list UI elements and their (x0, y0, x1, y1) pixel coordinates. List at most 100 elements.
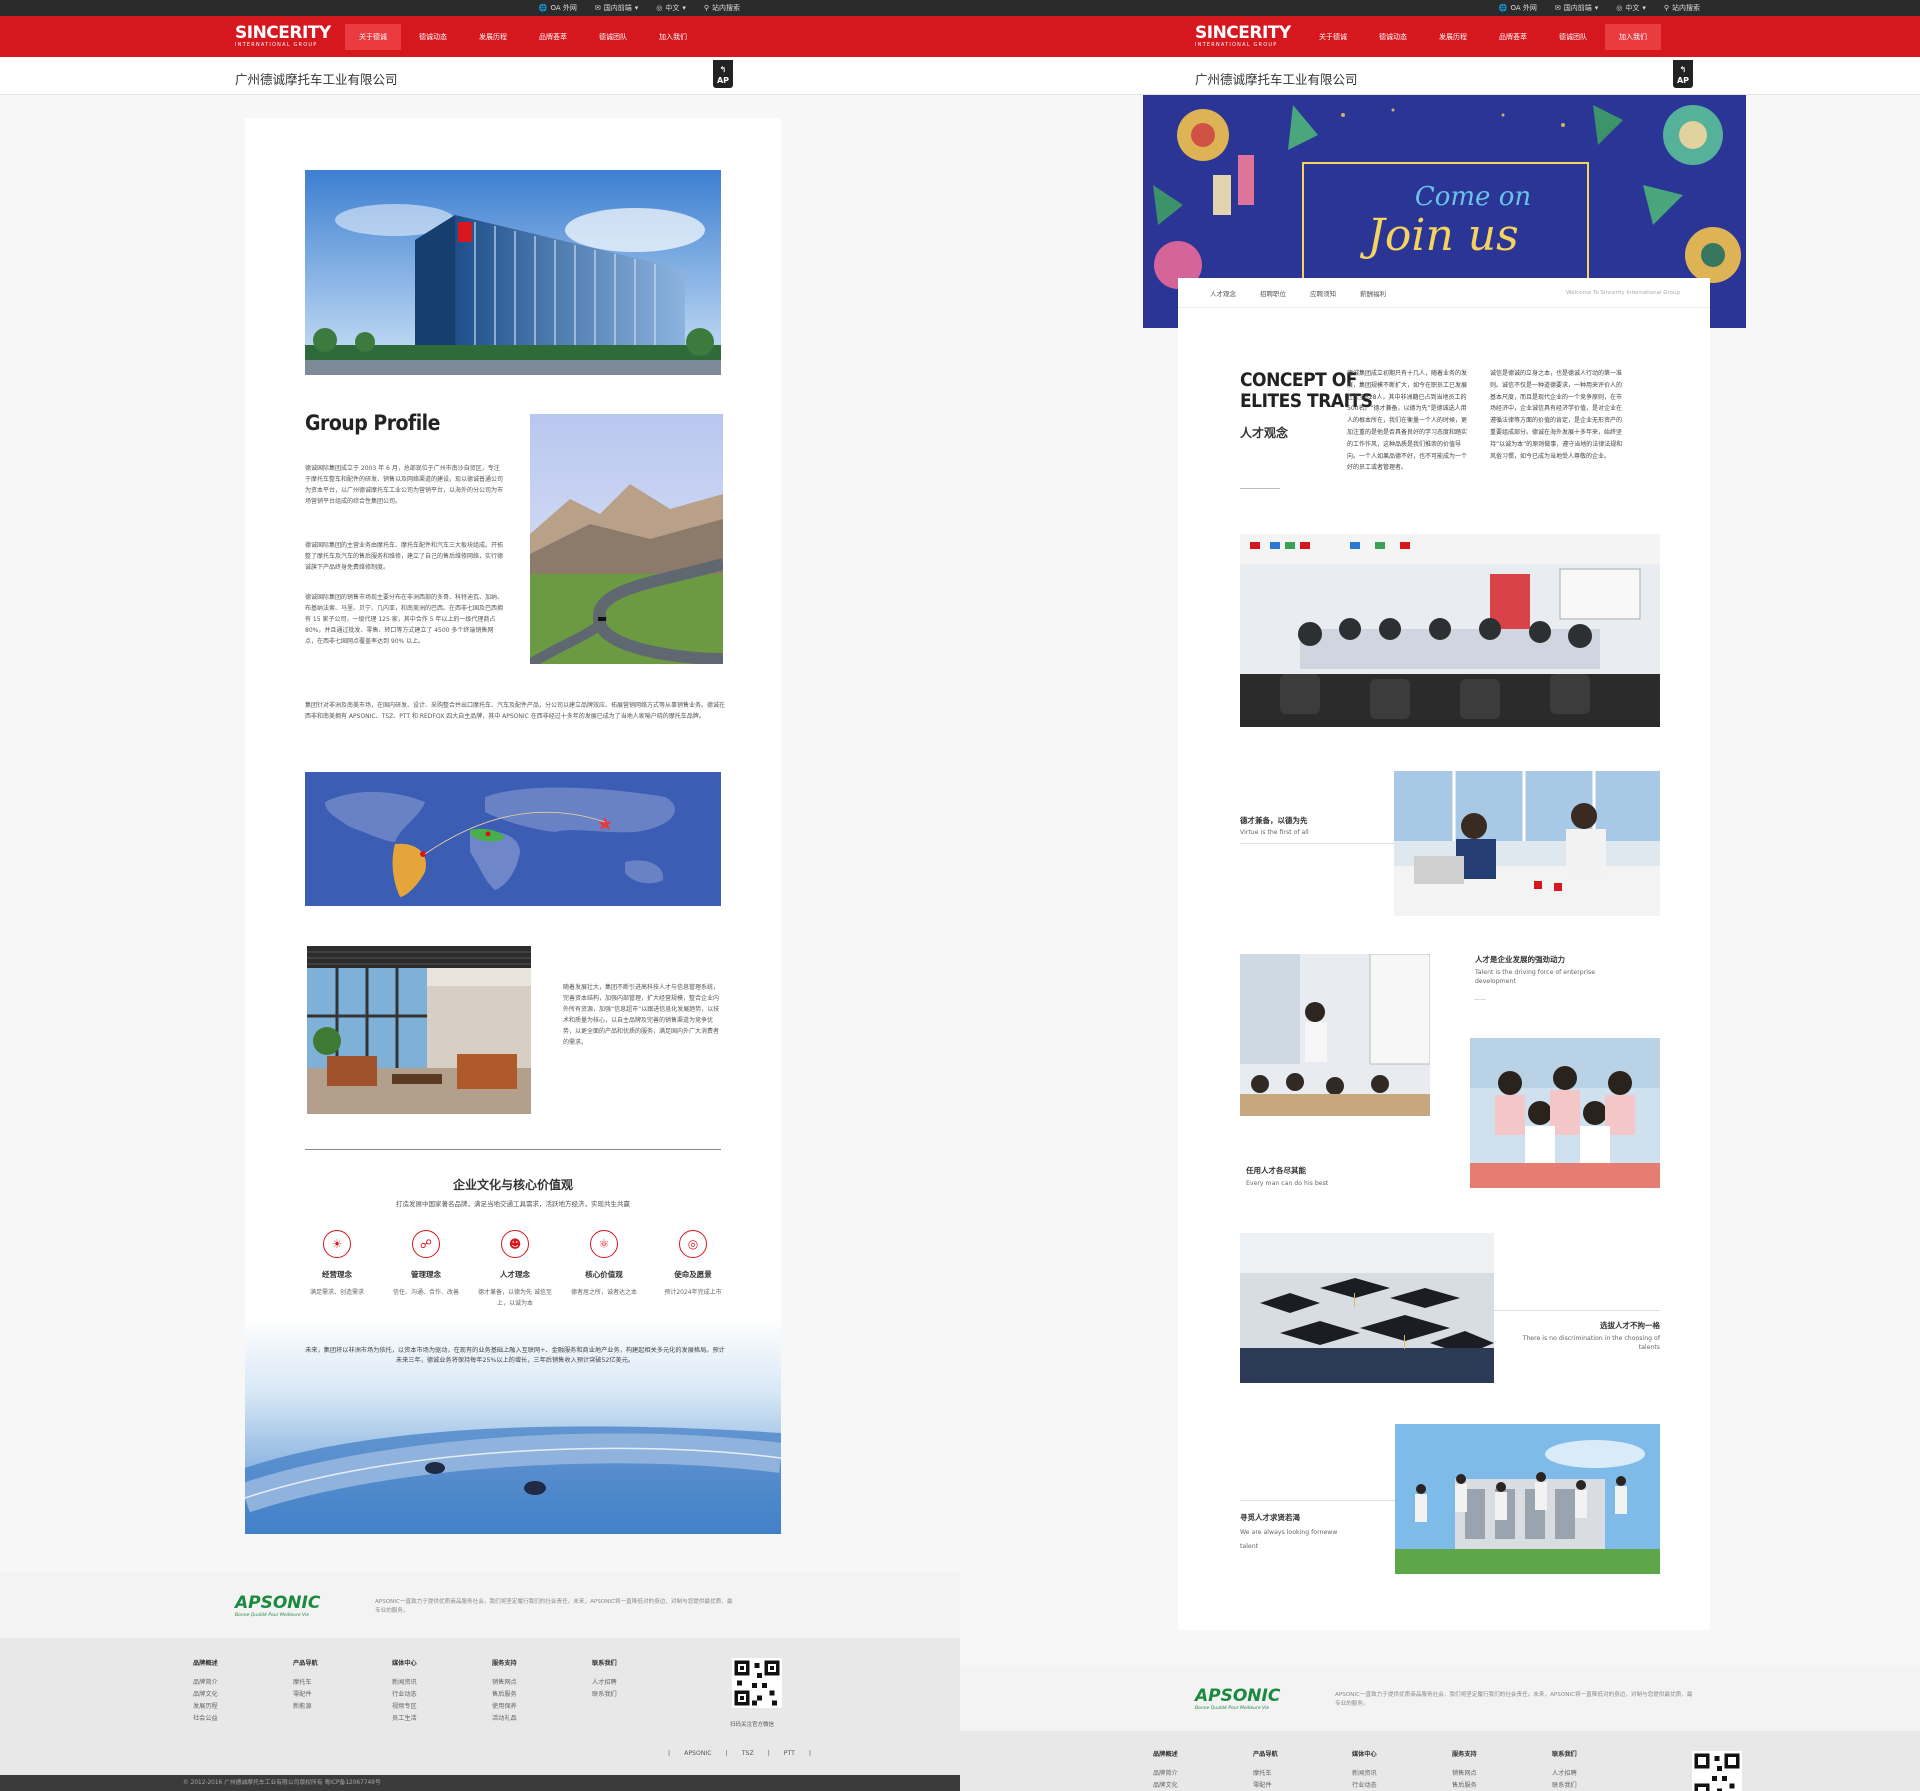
site-search-link[interactable]: ⚲ 站内搜索 (704, 3, 740, 13)
tab-talent-concept[interactable]: 人才观念 (1210, 288, 1236, 298)
team-jump-photo (1395, 1424, 1660, 1574)
oa-link[interactable]: 🌐 OA 外网 (539, 3, 577, 13)
meeting-room-photo (1240, 534, 1660, 727)
tab-application-notes[interactable]: 应聘须知 (1310, 288, 1336, 298)
site-footer: 品牌概述 品牌简介 品牌文化 产品导航 摩托车 零配件 媒体中心 新闻资讯 行业动态 服务支… (960, 1731, 1920, 1791)
tab-benefits[interactable]: 薪酬福利 (1360, 288, 1386, 298)
profile-paragraph-3: 德诚国际集团的销售市场现主要分布在非洲西部的多哥、科特迪瓦、加纳、布基纳法索、马… (305, 594, 504, 645)
value-item: ☀ 经营理念 满足需求、创造需求 (295, 1230, 379, 1309)
profile-paragraph-4: 集团针对非洲及南美市场，在国内研发、设计、采购整合并出口摩托车、汽车及配件产品，… (305, 702, 726, 720)
tab-job-openings[interactable]: 招聘职位 (1260, 288, 1286, 298)
nav-item[interactable]: 品牌荟萃 (525, 24, 581, 50)
nav-item[interactable]: 德诚团队 (585, 24, 641, 50)
profile-paragraph-5: 随着发展壮大，集团不断引进高科技人才与信息管理系统，完善资本结构，加强内部管理，… (563, 984, 720, 1046)
group-profile-heading: Group Profile (305, 411, 440, 435)
office-discussion-photo (1394, 771, 1660, 916)
talent-card: 人才观念 招聘职位 应聘须知 薪酬福利 Welcome To Sincerity… (1178, 278, 1710, 1630)
talent-caption-1: 德才兼备，以德为先 (1240, 816, 1308, 825)
footer-link-apsonic[interactable]: APSONIC (684, 1750, 712, 1757)
footer-brand-links: | APSONIC | TSZ | PTT | (668, 1750, 812, 1757)
join-tabs: 人才观念 招聘职位 应聘须知 薪酬福利 Welcome To Sincerity… (1178, 278, 1710, 308)
footer-col-contact: 联系我们 人才招聘 联系我们 (1552, 1751, 1577, 1789)
concept-rule (1240, 488, 1280, 489)
footer-col-contact: 联系我们 人才招聘 联系我们 (592, 1660, 617, 1698)
banner-join-us: Join us (1359, 210, 1518, 261)
caption-rule (1474, 999, 1486, 1005)
caption-rule (1240, 1500, 1395, 1501)
talent-caption-4: 选拔人才不拘一格 (1600, 1321, 1660, 1330)
profile-card: Group Profile 德诚国际集团成立于 2003 年 6 月，总部现位于… (245, 118, 781, 1534)
footer-col-service: 服务支持 销售网点 售后服务 (1452, 1751, 1477, 1789)
talent-caption-5-en: We are always looking forneww talent (1240, 1529, 1338, 1550)
nav-item[interactable]: 关于德诚 (345, 23, 401, 50)
footer-col-brand: 品牌概述 品牌简介 品牌文化 (1153, 1751, 1178, 1789)
caption-rule (1240, 843, 1394, 844)
company-bar: 广州德诚摩托车工业有限公司 ↰ AP (960, 57, 1920, 95)
nav-item[interactable]: 发展历程 (465, 24, 521, 50)
region-dropdown[interactable]: ✉ 国内前端 ▾ (595, 3, 638, 13)
concept-column-1: 德诚集团成立初期只有十几人，随着业务的发展，集团规模不断扩大，如今在职员工已发展… (1347, 370, 1468, 472)
footer-link-tsz[interactable]: TSZ (742, 1750, 754, 1757)
profile-paragraph-1: 德诚国际集团成立于 2003 年 6 月，总部现位于广州市南沙自贸区，专注于摩托… (305, 465, 504, 505)
language-dropdown[interactable]: ◎ 中文 ▾ (1616, 3, 1646, 13)
sincerity-logo[interactable]: SINCERITY INTERNATIONAL GROUP (1195, 25, 1295, 48)
footer-col-products: 产品导航 摩托车 零配件 新能源 (293, 1660, 318, 1710)
office-lounge-photo (307, 946, 531, 1114)
value-item: ◎ 使命及愿景 预计2024年完成上市 (651, 1230, 735, 1309)
wechat-qr-code (732, 1658, 782, 1708)
nav-item[interactable]: 关于德诚 (1305, 24, 1361, 50)
company-bar: 广州德诚摩托车工业有限公司 ↰ AP (0, 57, 960, 95)
apsonic-tagline: Bonne Qualité Pour Meilleure Vie (235, 1613, 310, 1618)
footer-link-ptt[interactable]: PTT (784, 1750, 795, 1757)
company-title: 广州德诚摩托车工业有限公司 (1195, 72, 1358, 87)
banner-come-on: Come on (1415, 182, 1531, 212)
utility-bar: 🌐 OA 外网 ✉ 国内前端 ▾ ◎ 中文 ▾ ⚲ 站内搜索 (960, 0, 1920, 16)
nav-item[interactable]: 德诚动态 (405, 24, 461, 50)
main-nav: SINCERITY INTERNATIONAL GROUP 关于德诚 德诚动态 发展… (0, 16, 960, 57)
talent-caption-1-en: Virtue is the first of all (1240, 829, 1309, 836)
nav-item[interactable]: 加入我们 (1605, 23, 1661, 50)
main-nav: SINCERITY INTERNATIONAL GROUP 关于德诚 德诚动态 发展… (960, 16, 1920, 57)
culture-title: 企业文化与核心价值观 (452, 1178, 573, 1192)
language-dropdown[interactable]: ◎ 中文 ▾ (656, 3, 686, 13)
culture-divider (305, 1149, 721, 1150)
nav-item[interactable]: 德诚团队 (1545, 24, 1601, 50)
future-text: 未来，集团将以非洲市场为依托，以资本市场为驱动，在现有的业务基础上融入互联网+、… (305, 1347, 725, 1364)
region-dropdown[interactable]: ✉ 国内前端 ▾ (1555, 3, 1598, 13)
brand-text: APSONIC一直致力于提供优质商品服务社会，我们将坚定履行我们的社会责任。未来… (1335, 1692, 1693, 1707)
search-icon: ⚲ (1663, 4, 1669, 12)
site-search-link[interactable]: ⚲ 站内搜索 (1664, 3, 1700, 13)
nav-item[interactable]: 加入我们 (645, 24, 701, 50)
graduation-photo (1240, 1233, 1494, 1383)
talent-caption-3: 任用人才各尽其能 (1246, 1166, 1306, 1175)
caption-rule (1494, 1310, 1660, 1311)
ap-badge[interactable]: ↰ AP (713, 60, 733, 88)
people-icon: ☻ (501, 1230, 529, 1258)
footer-col-service: 服务支持 销售网点 售后服务 使用保养 活动礼品 (492, 1660, 517, 1722)
apsonic-logo[interactable]: APSONIC (235, 1593, 320, 1613)
company-title: 广州德诚摩托车工业有限公司 (235, 72, 398, 87)
profile-paragraph-2: 德诚国际集团的主营业务由摩托车、摩托车配件和汽车三大板块组成。开拓整了摩托车及汽… (305, 542, 504, 571)
footer-col-products: 产品导航 摩托车 零配件 (1253, 1751, 1278, 1789)
talent-caption-4-en: There is no discrimination in the choosi… (1522, 1335, 1660, 1351)
brand-row: APSONIC Bonne Qualité Pour Meilleure Vie… (960, 1665, 1920, 1731)
bulb-icon: ☀ (323, 1230, 351, 1258)
site-footer: 品牌概述 品牌简介 品牌文化 发展历程 社会公益 产品导航 摩托车 零配件 新能源 媒体中心新… (0, 1638, 960, 1775)
search-icon: ⚲ (703, 4, 709, 12)
concept-column-2: 诚信是德诚的立身之本，也是德诚人行动的第一准则。诚信不仅是一种道德要求，一种用来… (1490, 370, 1623, 460)
sincerity-logo[interactable]: SINCERITY INTERNATIONAL GROUP (235, 25, 335, 48)
footer-col-brand: 品牌概述 品牌简介 品牌文化 发展历程 社会公益 (193, 1660, 218, 1722)
apsonic-logo[interactable]: APSONIC (1195, 1686, 1280, 1706)
concept-cn-heading: 人才观念 (1240, 426, 1289, 440)
nav-item[interactable]: 品牌荟萃 (1485, 24, 1541, 50)
value-item: ☻ 人才理念 德才兼备，以德为先 诚信至上，以诚为本 (473, 1230, 557, 1309)
oa-link[interactable]: 🌐 OA 外网 (1499, 3, 1537, 13)
mountain-road-photo (530, 414, 723, 664)
nav-item[interactable]: 德诚动态 (1365, 24, 1421, 50)
join-us-page: 🌐 OA 外网 ✉ 国内前端 ▾ ◎ 中文 ▾ ⚲ 站内搜索 SINCERITY… (960, 0, 1920, 1791)
ap-badge[interactable]: ↰ AP (1673, 60, 1693, 88)
nav-item[interactable]: 发展历程 (1425, 24, 1481, 50)
welcome-text: Welcome To Sincerity International Group (1566, 290, 1680, 296)
talent-caption-2: 人才是企业发展的强劲动力 (1475, 955, 1565, 964)
target-icon: ◎ (679, 1230, 707, 1258)
